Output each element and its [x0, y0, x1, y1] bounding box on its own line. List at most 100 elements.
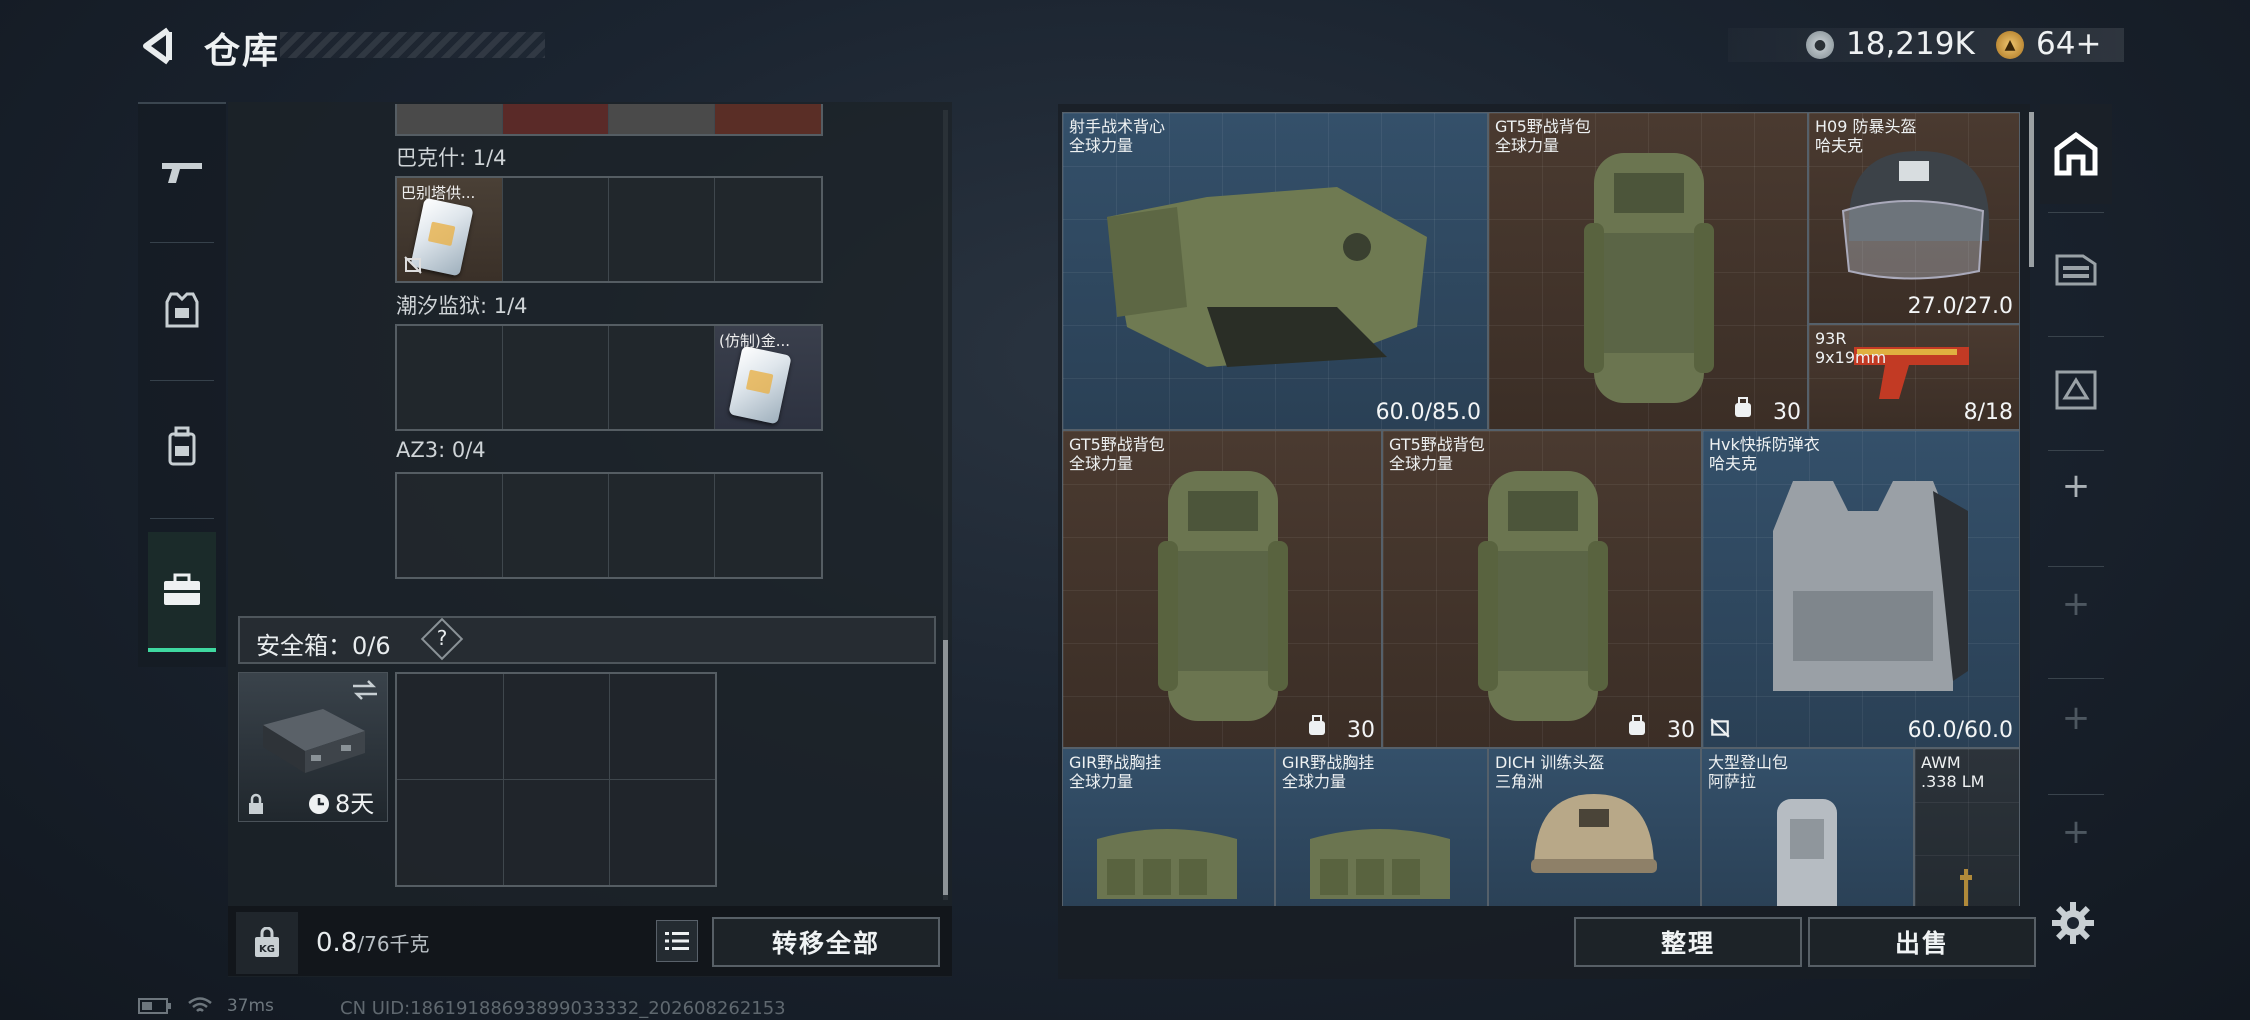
item-brand: 阿萨拉 — [1708, 772, 1757, 792]
empty-slot[interactable] — [503, 474, 609, 577]
item-caliber: .338 LM — [1921, 772, 1985, 792]
empty-slot[interactable] — [715, 474, 821, 577]
item-name: 93R — [1815, 329, 1847, 348]
empty-slot[interactable] — [715, 178, 821, 281]
no-trade-icon — [1710, 718, 1730, 738]
stash-item[interactable]: H09 防暴头盔 哈夫克 27.0/27.0 — [1808, 112, 2020, 324]
safe-box-grid[interactable] — [395, 672, 717, 887]
add-page-button[interactable]: + — [2040, 574, 2112, 634]
list-icon — [665, 932, 689, 950]
stash-scrollbar[interactable] — [2029, 112, 2034, 267]
item-brand: 哈夫克 — [1709, 454, 1758, 474]
stash-item[interactable]: 射手战术背心 全球力量 60.0/85.0 — [1062, 112, 1488, 430]
add-page-button[interactable]: + — [2040, 456, 2112, 516]
weight-lock-button[interactable]: KG — [236, 912, 298, 974]
weight-capacity: /76千克 — [357, 932, 430, 956]
transfer-all-button[interactable]: 转移全部 — [712, 917, 940, 967]
chest-rig-image — [1097, 829, 1237, 899]
status-bar: 37ms — [138, 996, 274, 1016]
stash-item[interactable]: AWM .338 LM — [1914, 748, 2020, 906]
nav-weapons[interactable] — [148, 112, 216, 232]
warehouse-icon — [2055, 370, 2097, 410]
nav-armor[interactable] — [148, 250, 216, 370]
item-name: GT5野战背包 — [1389, 435, 1485, 454]
page-title: 仓库 — [204, 31, 281, 72]
ping: 37ms — [226, 996, 274, 1016]
tactical-vest-image — [1107, 187, 1427, 367]
keycard-item[interactable]: (仿制)金... — [715, 326, 821, 429]
add-page-button[interactable]: + — [2040, 802, 2112, 862]
keycard-group-label: 巴克什: 1/4 — [396, 146, 507, 170]
back-arrow-icon[interactable] — [138, 26, 178, 66]
item-name: H09 防暴头盔 — [1815, 117, 1917, 136]
weight-value: 0.8 — [316, 928, 358, 958]
stash-item[interactable]: 30 GT5野战背包 全球力量 — [1382, 430, 1702, 748]
empty-slot[interactable] — [503, 326, 609, 429]
item-brand: 全球力量 — [1389, 454, 1454, 474]
item-capacity: 30 — [1667, 718, 1695, 743]
empty-slot[interactable] — [397, 326, 503, 429]
add-page-button[interactable]: + — [2040, 688, 2112, 748]
capacity-icon — [1735, 397, 1751, 417]
backpack-icon — [168, 426, 196, 466]
empty-slot[interactable] — [609, 326, 715, 429]
item-name: Hvk快拆防弹衣 — [1709, 435, 1820, 454]
safe-timer: 8天 — [335, 790, 375, 818]
container-icon — [2055, 254, 2097, 286]
swap-icon[interactable] — [351, 679, 379, 701]
stash-item[interactable]: 大型登山包 阿萨拉 — [1701, 748, 1914, 906]
item-name: GIR野战胸挂 — [1069, 753, 1162, 772]
left-scrollbar[interactable] — [943, 640, 948, 895]
keycard-grid-tidal-prison: (仿制)金... — [395, 324, 823, 431]
item-brand: 全球力量 — [1069, 136, 1134, 156]
clock-icon — [309, 794, 329, 814]
plus-icon: + — [2061, 812, 2091, 852]
empty-slot[interactable] — [503, 178, 609, 281]
stash-page-2[interactable] — [2040, 218, 2112, 318]
item-capacity: 30 — [1347, 718, 1375, 743]
help-icon[interactable]: ? — [432, 626, 452, 650]
tidy-button[interactable]: 整理 — [1574, 917, 1802, 967]
backpack-image — [1158, 471, 1288, 721]
sell-button[interactable]: 出售 — [1808, 917, 2036, 967]
weight-icon: KG — [255, 927, 279, 957]
keycard-group-label: AZ3: 0/4 — [396, 438, 486, 462]
empty-slot[interactable] — [397, 474, 503, 577]
gear-icon[interactable] — [2050, 900, 2096, 946]
stash-item[interactable]: GIR野战胸挂 全球力量 — [1275, 748, 1488, 906]
safe-case-slot[interactable]: 8天 — [238, 672, 388, 822]
stash-page-main[interactable] — [2040, 104, 2112, 204]
stash-item[interactable]: Hvk快拆防弹衣 哈夫克 60.0/60.0 — [1702, 430, 2020, 748]
item-brand: 哈夫克 — [1815, 136, 1864, 156]
token-amount[interactable]: 64+ — [2036, 26, 2101, 62]
battery-icon — [138, 998, 171, 1014]
empty-slot[interactable] — [609, 178, 715, 281]
item-caliber: 9x19mm — [1815, 348, 1887, 368]
user-uid: CN UID:18619188693899033332_202608262153 — [340, 998, 786, 1019]
nav-containers[interactable] — [148, 532, 216, 652]
helmet-image — [1841, 151, 1989, 280]
stash-page-nav: + + + + — [2040, 104, 2112, 924]
plus-icon: + — [2061, 584, 2091, 624]
hiking-backpack-image — [1777, 799, 1837, 906]
nav-backpack[interactable] — [148, 386, 216, 506]
item-durability: 27.0/27.0 — [1907, 294, 2013, 319]
stash-item[interactable]: GIR野战胸挂 全球力量 — [1062, 748, 1275, 906]
keycard-group-label: 潮汐监狱: 1/4 — [396, 294, 528, 318]
list-view-button[interactable] — [656, 920, 698, 962]
empty-slot[interactable] — [609, 474, 715, 577]
stash-item[interactable]: 30 GT5野战背包 全球力量 — [1488, 112, 1808, 430]
stash-grid: 射手战术背心 全球力量 60.0/85.0 30 GT5野战背包 全球力量 H09 … — [1062, 112, 2020, 906]
plus-icon: + — [2061, 466, 2091, 506]
stash-item[interactable]: 93R 9x19mm 8/18 — [1808, 324, 2020, 430]
item-name: AWM — [1921, 753, 1961, 772]
stash-row-top — [395, 104, 823, 136]
wifi-icon — [188, 997, 213, 1012]
backpack-image — [1584, 153, 1714, 403]
stash-item[interactable]: 30 GT5野战背包 全球力量 — [1062, 430, 1382, 748]
stash-page-3[interactable] — [2040, 340, 2112, 440]
capacity-icon — [1629, 715, 1645, 735]
item-name: GT5野战背包 — [1069, 435, 1165, 454]
keycard-item[interactable]: 巴别塔供... — [397, 178, 503, 281]
stash-item[interactable]: DICH 训练头盔 三角洲 — [1488, 748, 1701, 906]
